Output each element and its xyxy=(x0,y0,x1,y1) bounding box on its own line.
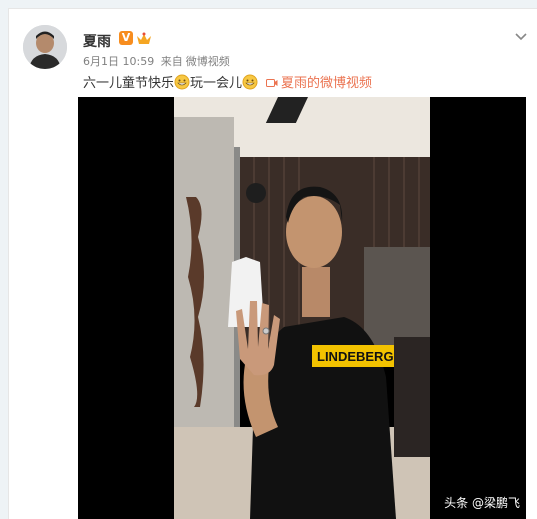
vip-crown-icon xyxy=(136,31,152,45)
post-time[interactable]: 6月1日 10:59 xyxy=(83,55,154,68)
author-name[interactable]: 夏雨 xyxy=(83,31,111,51)
from-label: 来自 xyxy=(160,55,183,68)
grin-emoji-icon xyxy=(242,74,258,90)
chevron-down-icon[interactable] xyxy=(514,27,528,41)
post-text: 六一儿童节快乐 玩一会儿 夏雨的微博视频 xyxy=(83,72,372,91)
video-link-icon xyxy=(266,77,278,87)
watermark: 头条 @梁鹏飞 xyxy=(444,496,520,510)
post-text-part2: 玩一会儿 xyxy=(190,76,243,91)
video-frame: LINDEBERG xyxy=(174,97,430,519)
avatar[interactable] xyxy=(23,25,67,69)
video-player[interactable]: LINDEBERG 头条 @梁鹏飞 xyxy=(78,97,526,519)
post-source[interactable]: 微博视频 xyxy=(186,55,230,68)
post-meta: 6月1日 10:59 来自 微博视频 xyxy=(83,53,230,69)
shirt-text: LINDEBERG xyxy=(317,349,394,364)
verified-v-icon: V xyxy=(119,31,133,45)
weibo-post-card: 夏雨 V 6月1日 10:59 来自 微博视频 六一儿童节快乐 玩一会儿 夏雨的微博视… xyxy=(8,8,537,519)
video-link[interactable]: 夏雨的微博视频 xyxy=(281,76,372,91)
post-text-part1: 六一儿童节快乐 xyxy=(83,76,175,91)
grin-emoji-icon xyxy=(174,74,190,90)
